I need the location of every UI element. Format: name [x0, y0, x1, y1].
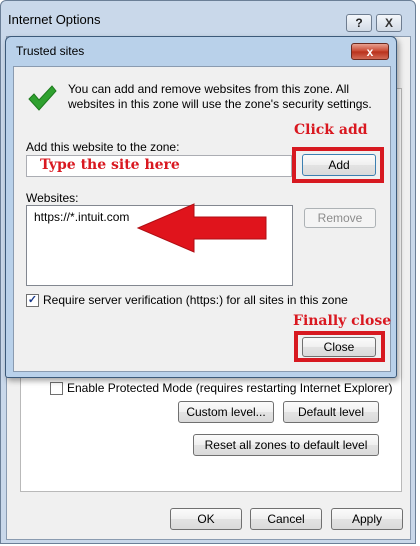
default-level-button[interactable]: Default level	[283, 401, 379, 423]
require-verification-label: Require server verification (https:) for…	[43, 293, 348, 307]
help-button[interactable]: ?	[346, 14, 372, 32]
apply-button[interactable]: Apply	[331, 508, 403, 530]
cancel-button[interactable]: Cancel	[250, 508, 322, 530]
type-site-annotation: Type the site here	[40, 157, 180, 173]
click-add-annotation: Click add	[294, 122, 368, 138]
website-list-item[interactable]: https://*.intuit.com	[34, 210, 129, 224]
info-text: You can add and remove websites from thi…	[68, 82, 372, 111]
custom-level-button[interactable]: Custom level...	[178, 401, 274, 423]
window-close-button[interactable]: X	[376, 14, 402, 32]
require-verification-row[interactable]: ✓ Require server verification (https:) f…	[26, 293, 348, 307]
green-checkmark-icon	[28, 85, 57, 111]
internet-options-title: Internet Options	[8, 12, 101, 27]
add-button[interactable]: Add	[302, 154, 376, 176]
protected-mode-label: Enable Protected Mode (requires restarti…	[67, 381, 393, 395]
ok-button[interactable]: OK	[170, 508, 242, 530]
reset-all-zones-button[interactable]: Reset all zones to default level	[193, 434, 379, 456]
add-site-label: Add this website to the zone:	[26, 140, 180, 154]
websites-label: Websites:	[26, 191, 79, 205]
protected-mode-row[interactable]: Enable Protected Mode (requires restarti…	[50, 381, 393, 395]
protected-mode-checkbox[interactable]	[50, 381, 63, 395]
dialog-close-button[interactable]: x	[351, 43, 389, 60]
finally-close-annotation: Finally close	[293, 313, 392, 329]
close-button[interactable]: Close	[302, 337, 376, 357]
close-icon: x	[366, 44, 374, 59]
remove-button[interactable]: Remove	[304, 208, 376, 228]
require-verification-checkbox[interactable]: ✓	[26, 293, 39, 307]
dialog-title: Trusted sites	[16, 44, 85, 58]
red-arrow-icon	[136, 203, 267, 253]
